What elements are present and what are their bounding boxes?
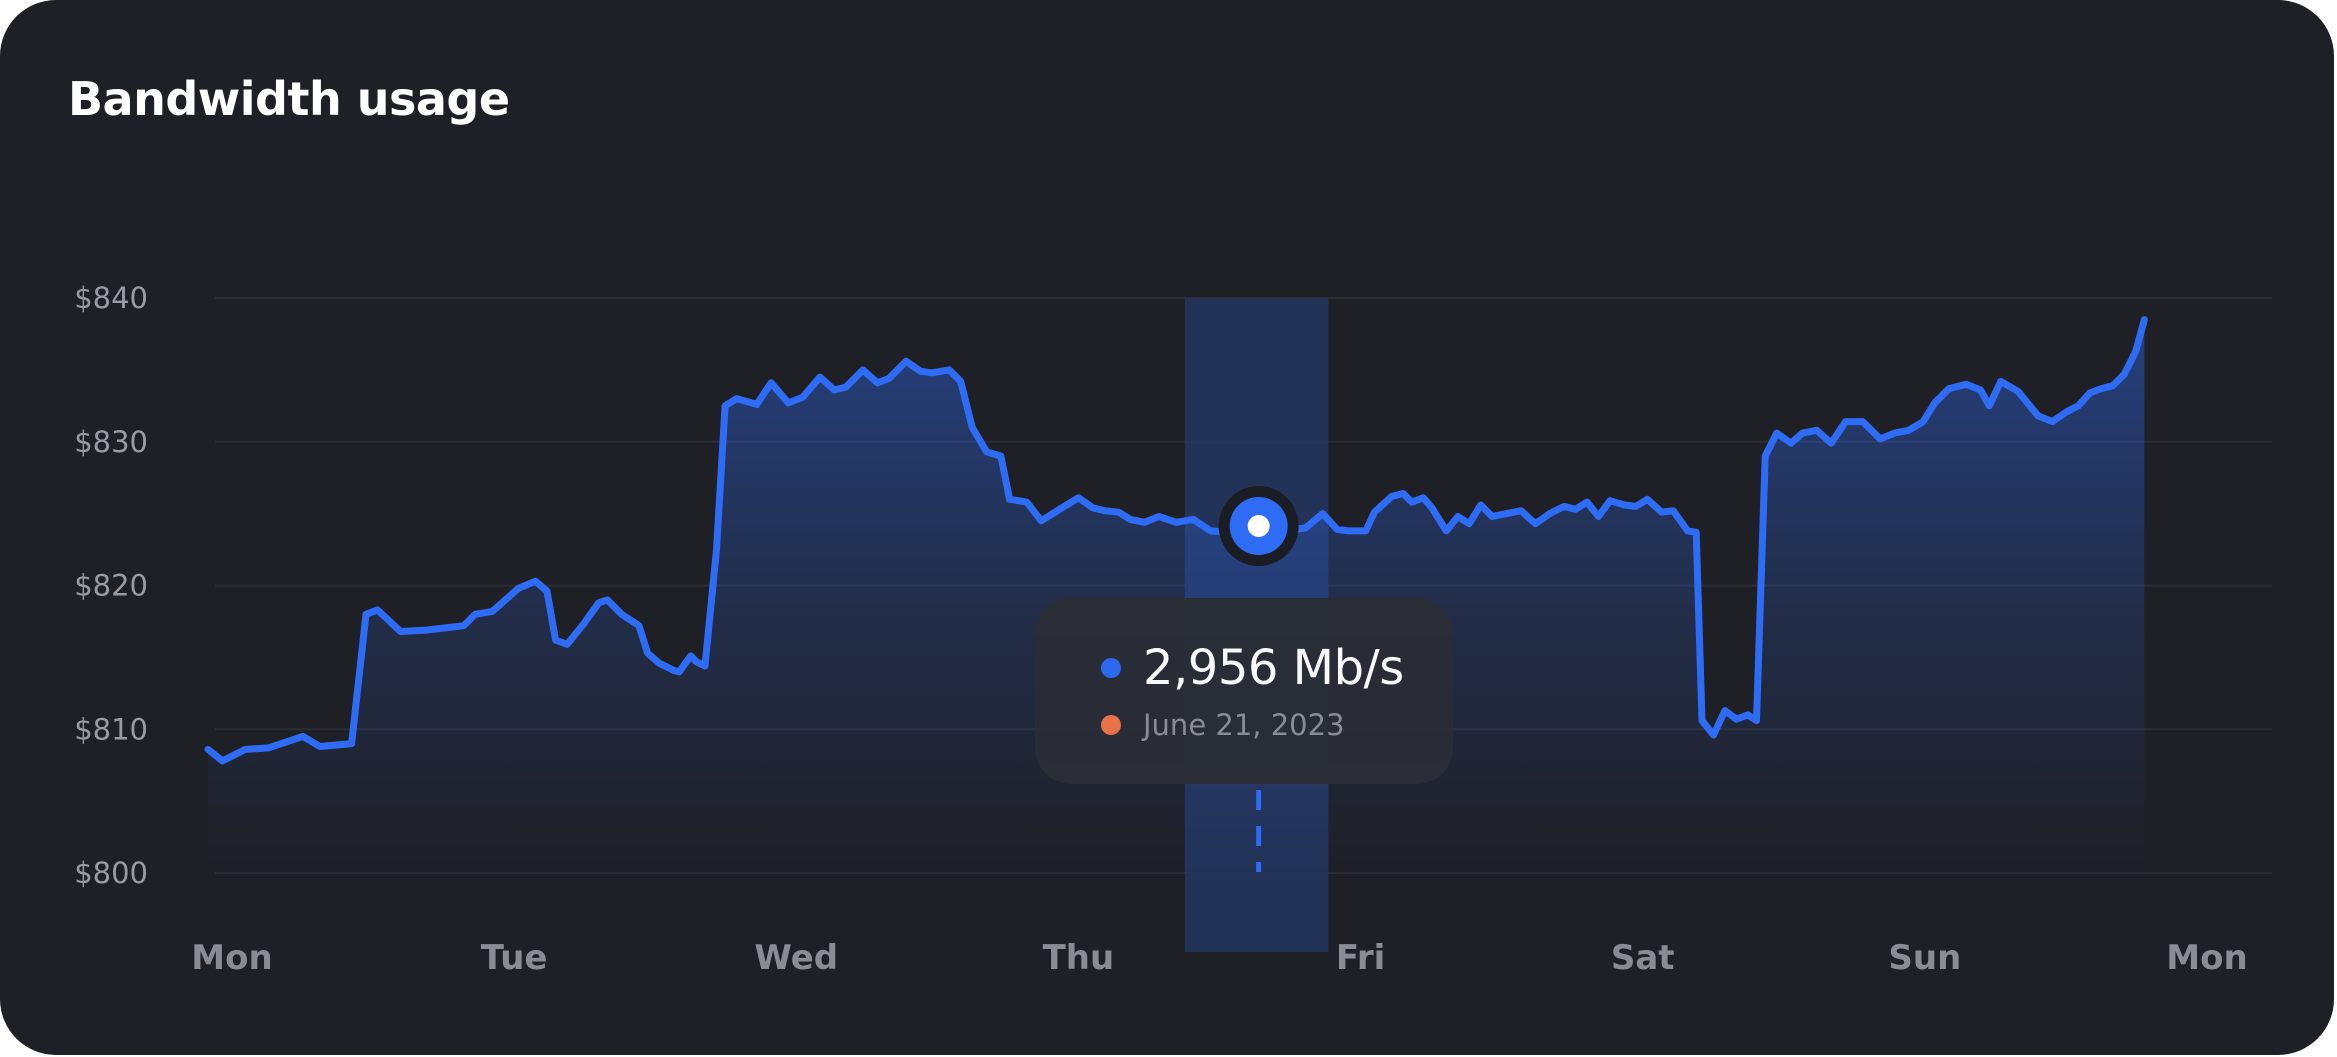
x-tick-label: Tue <box>481 938 548 978</box>
x-tick-label: Wed <box>754 938 838 978</box>
y-tick-label: $800 <box>74 856 148 890</box>
x-tick-label: Fri <box>1336 938 1385 978</box>
series-area <box>208 319 2145 874</box>
bandwidth-chart-card: Bandwidth usage $840 $830 $820 $810 $800 Mon… <box>0 0 2334 1055</box>
tooltip-date: June 21, 2023 <box>1143 708 1345 742</box>
value-dot-icon <box>1101 658 1121 678</box>
tooltip-date-row: June 21, 2023 <box>1101 708 1345 742</box>
x-tick-label: Sun <box>1888 938 1961 978</box>
date-dot-icon <box>1101 715 1121 735</box>
y-tick-label: $840 <box>74 281 148 315</box>
chart-tooltip: 2,956 Mb/s June 21, 2023 <box>1035 598 1453 784</box>
y-tick-label: $830 <box>74 425 148 459</box>
x-tick-label: Thu <box>1043 938 1115 978</box>
y-tick-label: $820 <box>74 569 148 603</box>
x-tick-label: Sat <box>1611 938 1675 978</box>
x-tick-label: Mon <box>2166 938 2247 978</box>
tooltip-value-row: 2,956 Mb/s <box>1101 640 1404 696</box>
y-tick-label: $810 <box>74 712 148 746</box>
marker-center <box>1247 515 1270 537</box>
x-tick-label: Mon <box>191 938 272 978</box>
bandwidth-area-chart: $840 $830 $820 $810 $800 Mon Tue Wed Thu Fri Sat S… <box>74 281 2272 978</box>
tooltip-value: 2,956 Mb/s <box>1143 640 1404 696</box>
